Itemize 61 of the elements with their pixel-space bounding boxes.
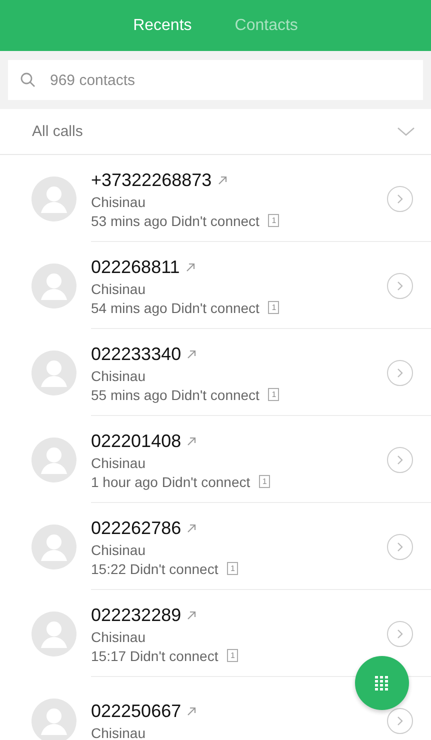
call-location: Chisinau <box>91 454 146 470</box>
phone-number: 022233340 <box>91 344 182 364</box>
sim-badge: 1 <box>227 649 238 662</box>
search-icon <box>20 72 36 88</box>
avatar-icon <box>31 176 77 222</box>
sim-badge: 1 <box>268 301 280 314</box>
avatar-icon <box>31 436 77 482</box>
details-button[interactable] <box>387 534 413 560</box>
dialpad-button[interactable] <box>355 656 409 710</box>
chevron-down-icon[interactable] <box>397 126 415 136</box>
phone-number: 022201408 <box>91 430 182 452</box>
chevron-right-icon <box>397 542 403 552</box>
phone-number: 022268811 <box>91 256 180 278</box>
details-button[interactable] <box>387 708 413 734</box>
avatar-icon <box>31 350 77 396</box>
search-bar[interactable]: 969 contacts <box>8 60 423 100</box>
call-location: Chisinau <box>91 368 146 384</box>
call-detail: 1 hour ago Didn't connect <box>91 474 250 490</box>
call-location: Chisinau <box>91 725 146 740</box>
call-detail: 54 mins ago Didn't connect <box>91 300 260 316</box>
sim-badge: 1 <box>227 562 238 575</box>
sim-badge: 1 <box>268 214 280 227</box>
call-location: Chisinau <box>91 542 146 558</box>
phone-number: 022262786 <box>91 518 182 538</box>
details-button[interactable] <box>387 273 413 299</box>
call-location: Chisinau <box>91 280 146 296</box>
chevron-right-icon <box>397 716 403 726</box>
dialpad-icon <box>375 675 389 691</box>
call-location: Chisinau <box>91 194 146 210</box>
call-location: Chisinau <box>91 628 146 644</box>
outgoing-arrow-icon <box>187 350 196 358</box>
outgoing-arrow-icon <box>187 610 196 620</box>
outgoing-arrow-icon <box>187 707 196 716</box>
details-button[interactable] <box>387 360 413 386</box>
call-detail: 15:22 Didn't connect <box>91 560 218 576</box>
call-detail: 15:17 Didn't connect <box>91 648 218 664</box>
sim-badge: 1 <box>259 475 270 488</box>
details-button[interactable] <box>387 621 413 647</box>
phone-number: +37322268873 <box>91 170 212 190</box>
outgoing-arrow-icon <box>187 524 196 532</box>
chevron-right-icon <box>397 281 403 291</box>
avatar-icon <box>31 524 77 570</box>
details-button[interactable] <box>387 447 413 473</box>
filter-label: All calls <box>32 123 83 140</box>
tab[interactable]: Recents <box>133 12 192 38</box>
outgoing-arrow-icon <box>186 262 195 272</box>
chevron-right-icon <box>397 455 403 465</box>
outgoing-arrow-icon <box>218 176 227 184</box>
outgoing-arrow-icon <box>187 436 196 446</box>
call-detail: 55 mins ago Didn't connect <box>91 386 260 402</box>
sim-badge: 1 <box>268 388 280 401</box>
phone-number: 022232289 <box>91 604 182 626</box>
chevron-right-icon <box>397 629 403 639</box>
avatar-icon <box>31 262 77 308</box>
details-button[interactable] <box>387 186 413 212</box>
tab[interactable]: Contacts <box>234 12 298 38</box>
call-detail: 53 mins ago Didn't connect <box>91 212 260 228</box>
phone-number: 022250667 <box>91 701 182 722</box>
avatar-icon <box>31 610 77 656</box>
chevron-right-icon <box>397 194 403 204</box>
chevron-right-icon <box>397 368 403 378</box>
